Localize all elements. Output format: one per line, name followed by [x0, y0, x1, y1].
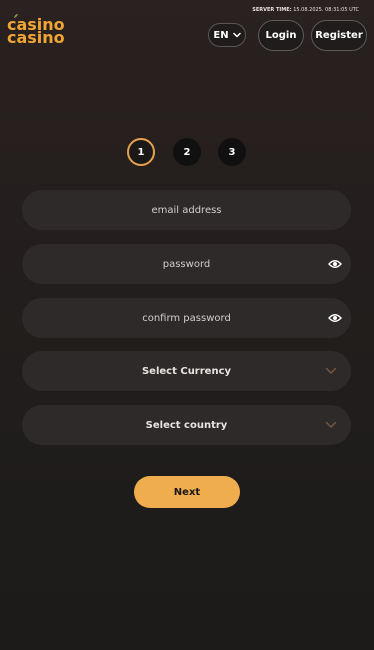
email-placeholder: email address	[151, 204, 222, 216]
chevron-down-icon	[325, 421, 337, 428]
password-placeholder: password	[162, 258, 211, 270]
confirm-password-field[interactable]: confirm password	[22, 298, 351, 338]
login-label: Login	[265, 30, 297, 41]
language-label: EN	[213, 29, 229, 41]
chevron-down-icon	[232, 32, 241, 38]
step-1: 1	[127, 138, 155, 166]
language-selector[interactable]: EN	[208, 23, 246, 47]
logo-line-2: casino	[7, 28, 65, 47]
next-label: Next	[173, 486, 201, 498]
step-3: 3	[218, 138, 246, 166]
step-indicator: 1 2 3	[0, 137, 374, 169]
server-time-label: SERVER TIME:	[252, 7, 292, 13]
currency-select[interactable]: Select Currency	[22, 351, 351, 391]
confirm-password-placeholder: confirm password	[142, 312, 231, 324]
register-label: Register	[315, 30, 363, 41]
header: casino casino SERVER TIME: 15.08.2025. 0…	[0, 0, 374, 56]
server-time: SERVER TIME: 15.08.2025. 08:31:05 UTC	[252, 7, 359, 13]
next-button[interactable]: Next	[134, 476, 240, 508]
step-1-label: 1	[137, 146, 145, 158]
chevron-down-icon	[325, 367, 337, 374]
eye-icon[interactable]	[328, 259, 342, 269]
step-2-label: 2	[183, 146, 191, 158]
step-2: 2	[173, 138, 201, 166]
eye-icon[interactable]	[328, 313, 342, 323]
server-time-value: 15.08.2025. 08:31:05 UTC	[293, 7, 359, 13]
email-field[interactable]: email address	[22, 190, 351, 230]
country-select[interactable]: Select country	[22, 405, 351, 445]
country-select-label: Select country	[145, 419, 228, 431]
currency-select-label: Select Currency	[141, 365, 232, 377]
brand-logo[interactable]: casino casino	[7, 14, 77, 48]
register-button[interactable]: Register	[311, 20, 367, 51]
login-button[interactable]: Login	[258, 20, 304, 51]
step-3-label: 3	[228, 146, 236, 158]
password-field[interactable]: password	[22, 244, 351, 284]
